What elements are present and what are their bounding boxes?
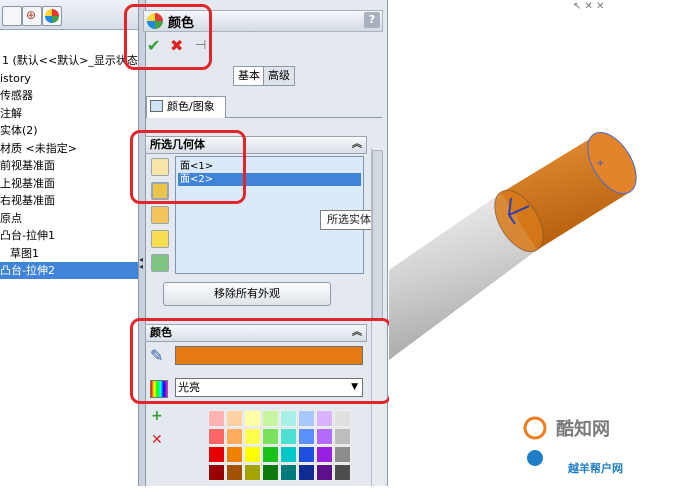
palette-cell[interactable]: [244, 428, 261, 445]
remove-all-appearances-button[interactable]: 移除所有外观: [163, 282, 331, 306]
palette-cell[interactable]: [334, 410, 351, 427]
palette-cell[interactable]: [316, 410, 333, 427]
palette-cell[interactable]: [226, 410, 243, 427]
tooltip: 所选实体: [320, 210, 378, 230]
tree-toolbar-button-1[interactable]: [2, 6, 22, 26]
palette-cell[interactable]: [316, 446, 333, 463]
graphics-viewport[interactable]: + ↖ ✕ ✕: [389, 0, 681, 486]
help-button[interactable]: ?: [364, 12, 380, 28]
color-wheel-icon: [45, 9, 59, 23]
palette-cell[interactable]: [280, 410, 297, 427]
tree-item[interactable]: 传感器: [0, 87, 33, 104]
palette-cell[interactable]: [226, 446, 243, 463]
palette-cell[interactable]: [208, 464, 225, 481]
collapse-arrow-icon[interactable]: ◂ ◂: [139, 256, 145, 271]
tree-item[interactable]: 草图1: [10, 245, 39, 262]
delete-swatch-icon[interactable]: ✕: [151, 432, 169, 450]
scroll-thumb[interactable]: [372, 150, 383, 320]
tree-item[interactable]: 原点: [0, 210, 22, 227]
palette-cell[interactable]: [244, 446, 261, 463]
palette-cell[interactable]: [244, 410, 261, 427]
tree-item[interactable]: 凸台-拉伸2: [0, 262, 138, 279]
svg-text:↖ ✕ ✕: ↖ ✕ ✕: [573, 1, 605, 12]
tree-item[interactable]: 实体(2): [0, 122, 38, 139]
annotation-box-title: [124, 4, 212, 70]
tree-item[interactable]: 上视基准面: [0, 175, 55, 192]
watermark-logo: [523, 416, 547, 440]
tree-item[interactable]: 右视基准面: [0, 192, 55, 209]
tree-item[interactable]: 1 (默认<<默认>_显示状态: [2, 52, 138, 69]
palette-cell[interactable]: [208, 410, 225, 427]
color-palette[interactable]: [208, 410, 354, 486]
palette-cell[interactable]: [298, 446, 315, 463]
select-body-icon[interactable]: [151, 230, 169, 248]
tree-toolbar-button-3[interactable]: [42, 6, 62, 26]
palette-cell[interactable]: [298, 428, 315, 445]
watermark-text: 酷知网: [556, 419, 610, 440]
palette-cell[interactable]: [280, 446, 297, 463]
palette-cell[interactable]: [280, 428, 297, 445]
palette-cell[interactable]: [262, 410, 279, 427]
watermark-logo-2: [527, 450, 543, 466]
palette-cell[interactable]: [226, 464, 243, 481]
tree-toolbar: ⊕: [0, 0, 140, 30]
palette-cell[interactable]: [334, 464, 351, 481]
select-feature-icon[interactable]: [151, 254, 169, 272]
annotation-box-geometry: [130, 130, 246, 204]
palette-cell[interactable]: [334, 446, 351, 463]
palette-cell[interactable]: [262, 464, 279, 481]
palette-cell[interactable]: [316, 464, 333, 481]
palette-cell[interactable]: [226, 428, 243, 445]
svg-text:+: +: [596, 158, 604, 169]
tree-toolbar-button-2[interactable]: ⊕: [22, 6, 42, 26]
watermark-subtext: 越羊帮户网: [568, 462, 623, 475]
add-swatch-icon[interactable]: +: [151, 408, 169, 426]
palette-cell[interactable]: [280, 464, 297, 481]
panel-splitter[interactable]: [138, 0, 146, 486]
crosshair-icon: ⊕: [26, 8, 37, 22]
tree-item[interactable]: 凸台-拉伸1: [0, 227, 55, 244]
tree-item[interactable]: 材质 <未指定>: [0, 140, 77, 157]
palette-cell[interactable]: [208, 428, 225, 445]
image-icon: [150, 100, 163, 112]
palette-cell[interactable]: [298, 410, 315, 427]
palette-cell[interactable]: [208, 446, 225, 463]
annotation-box-color: [130, 318, 392, 404]
palette-cell[interactable]: [244, 464, 261, 481]
collapse-icon[interactable]: ︽: [352, 137, 362, 153]
tree-item[interactable]: 前视基准面: [0, 157, 55, 174]
palette-cell[interactable]: [298, 464, 315, 481]
palette-cell[interactable]: [334, 428, 351, 445]
tree-item[interactable]: 注解: [0, 105, 22, 122]
tree-item[interactable]: istory: [0, 70, 31, 87]
palette-cell[interactable]: [262, 428, 279, 445]
palette-cell[interactable]: [316, 428, 333, 445]
tab-basic[interactable]: 基本: [233, 66, 265, 86]
tab-advanced[interactable]: 高级: [263, 66, 295, 86]
palette-cell[interactable]: [262, 446, 279, 463]
model-view: + ↖ ✕ ✕: [389, 1, 637, 466]
select-surface-icon[interactable]: [151, 206, 169, 224]
